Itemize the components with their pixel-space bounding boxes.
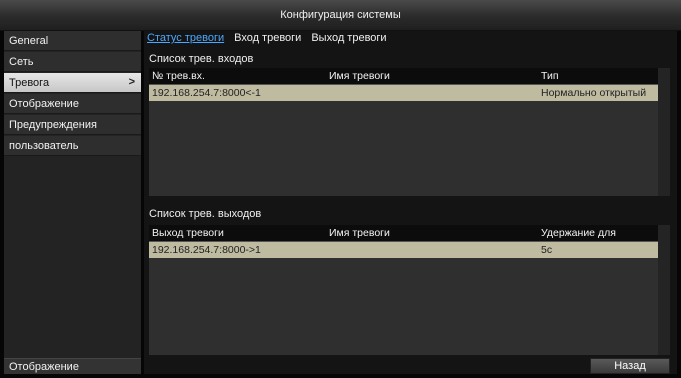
sidebar-bottom-label: Отображение bbox=[9, 360, 79, 373]
sidebar-item-label: Сеть bbox=[9, 55, 34, 68]
sidebar-item-display[interactable]: Отображение bbox=[4, 94, 141, 114]
column-header: Удержание для bbox=[541, 227, 616, 239]
alarm-outputs-title: Список трев. выходов bbox=[149, 208, 262, 220]
title-bar: Конфигурация системы bbox=[0, 0, 681, 31]
column-header: Выход тревоги bbox=[152, 227, 224, 239]
tab-alarm-status[interactable]: Статус тревоги bbox=[147, 32, 224, 46]
column-header: № трев.вх. bbox=[152, 70, 205, 82]
sidebar-item-label: Тревога bbox=[9, 76, 50, 89]
window-title: Конфигурация системы bbox=[280, 9, 401, 21]
sidebar-item-label: Предупреждения bbox=[9, 118, 97, 131]
chevron-right-icon: > bbox=[128, 76, 135, 88]
sidebar-item-general[interactable]: General bbox=[4, 31, 141, 51]
sidebar-item-alarm[interactable]: Тревога > bbox=[4, 73, 141, 93]
back-button[interactable]: Назад bbox=[590, 358, 670, 374]
sidebar-item-label: General bbox=[9, 34, 49, 47]
scrollbar[interactable] bbox=[658, 225, 670, 355]
sidebar-bottom-display[interactable]: Отображение bbox=[4, 358, 141, 374]
cell-alarm-type: Нормально открытый bbox=[541, 87, 647, 99]
column-header: Тип bbox=[541, 70, 559, 82]
cell-hold-time: 5с bbox=[541, 244, 553, 256]
column-header: Имя тревоги bbox=[329, 227, 390, 239]
sidebar: General Сеть Тревога > Отображение Преду… bbox=[4, 31, 141, 374]
table-header: Выход тревоги Имя тревоги Удержание для bbox=[149, 225, 658, 242]
sidebar-item-network[interactable]: Сеть bbox=[4, 52, 141, 72]
tab-alarm-input[interactable]: Вход тревоги bbox=[234, 32, 301, 46]
sidebar-item-user[interactable]: пользователь bbox=[4, 136, 141, 156]
sidebar-item-label: Отображение bbox=[9, 97, 79, 110]
cell-alarm-input-id: 192.168.254.7:8000<-1 bbox=[152, 87, 261, 99]
table-row[interactable]: 192.168.254.7:8000<-1 Нормально открытый bbox=[149, 85, 658, 101]
table-row[interactable]: 192.168.254.7:8000->1 5с bbox=[149, 242, 658, 258]
sidebar-item-warnings[interactable]: Предупреждения bbox=[4, 115, 141, 135]
scrollbar[interactable] bbox=[658, 68, 670, 196]
column-header: Имя тревоги bbox=[329, 70, 390, 82]
main-content: Статус тревоги Вход тревоги Выход тревог… bbox=[144, 31, 677, 374]
sidebar-item-label: пользователь bbox=[9, 139, 79, 152]
alarm-inputs-table: № трев.вх. Имя тревоги Тип 192.168.254.7… bbox=[149, 68, 670, 196]
tab-bar: Статус тревоги Вход тревоги Выход тревог… bbox=[147, 32, 387, 46]
alarm-outputs-table: Выход тревоги Имя тревоги Удержание для … bbox=[149, 225, 670, 355]
alarm-inputs-title: Список трев. входов bbox=[149, 53, 254, 65]
tab-alarm-output[interactable]: Выход тревоги bbox=[311, 32, 386, 46]
table-header: № трев.вх. Имя тревоги Тип bbox=[149, 68, 658, 85]
cell-alarm-output-id: 192.168.254.7:8000->1 bbox=[152, 244, 261, 256]
